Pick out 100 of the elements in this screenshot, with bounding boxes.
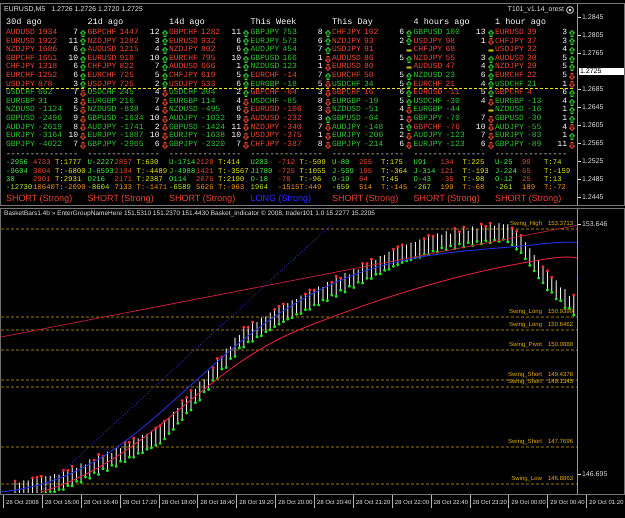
pair-value: 39 — [527, 29, 538, 38]
column-header: 21d ago — [88, 17, 124, 28]
count-text: 6 — [561, 89, 567, 98]
pair-name: AUDJPY — [169, 114, 199, 124]
pair-name: CHFJPY — [6, 63, 36, 72]
pair-name: AUDJPY — [6, 124, 36, 132]
pair-value: -4022 — [38, 140, 64, 150]
count-text: 7 — [235, 140, 241, 150]
pair-value: -11 — [446, 89, 461, 98]
column-header: This Day — [332, 17, 374, 28]
pair-name: AUDUSD — [250, 114, 280, 124]
count-text: 6 — [235, 80, 241, 89]
pair-value: -106 — [282, 106, 303, 114]
count-text: 6 — [480, 72, 486, 80]
pair-value: 1318 — [38, 63, 58, 72]
pair-value: -1887 — [120, 132, 145, 140]
column-header: This Week — [250, 17, 298, 28]
pair-name: EURGBP — [88, 98, 118, 106]
count-text: 4 — [235, 98, 241, 106]
count-text: 6 — [235, 46, 241, 54]
dash-rule: --------------- — [495, 151, 568, 160]
count-text: 5 — [561, 72, 567, 80]
pair-value: -200 — [364, 132, 384, 140]
count-text: 1 — [561, 114, 567, 124]
count-text: 3 — [72, 80, 78, 89]
pair-value: 1252 — [38, 72, 58, 80]
pair-value: -1124 — [38, 106, 64, 114]
pair-value: 1686 — [38, 46, 58, 54]
pair-name: EURGBP — [6, 98, 36, 106]
pair-name: USDCHF — [250, 98, 280, 106]
pair-name: EURUSD — [6, 38, 36, 46]
pair-name: AUDJPY — [495, 124, 525, 132]
pair-name: USDJPY — [414, 38, 444, 46]
pair-name: NZDUSD — [169, 106, 199, 114]
count-text: 7 — [316, 124, 322, 132]
count-text: 9 — [72, 114, 78, 124]
pair-name: GBPJPY — [88, 140, 118, 150]
pair-value: 918 — [120, 54, 135, 63]
pair-value: 91 — [364, 46, 375, 54]
pair-name: AUDJPY — [414, 132, 444, 140]
pair-value: 30 — [527, 54, 538, 63]
pair-value: 878 — [38, 80, 54, 89]
count-text: 5 — [398, 54, 404, 64]
count-text: 1 — [316, 63, 322, 72]
pair-value: -495 — [201, 106, 222, 114]
pair-name: GBPUSD — [250, 54, 280, 63]
pair-name: AUDJPY — [332, 124, 362, 132]
count-text: 11 — [556, 140, 567, 150]
column-header: 1 hour ago — [495, 17, 548, 28]
pair-name: GBPUSD — [414, 29, 444, 38]
pair-value: -70 — [446, 114, 461, 124]
pair-value: 93 — [364, 38, 375, 46]
pair-name: CHFJPY — [88, 63, 118, 72]
count-text: 2 — [235, 89, 241, 98]
pair-value: 47 — [446, 63, 456, 72]
pair-name: GBPJPY — [169, 140, 199, 150]
pair-value: 1215 — [120, 46, 140, 54]
pair-name: EURCHF — [88, 72, 118, 80]
count-text: 7 — [480, 114, 486, 124]
pair-name: EURCHF — [6, 72, 36, 80]
pair-value: -64 — [282, 89, 298, 98]
pair-name: EURUSD — [250, 106, 280, 114]
count-text: 1 — [398, 124, 404, 132]
pair-value: -375 — [282, 132, 303, 140]
count-text: 5 — [561, 54, 567, 63]
count-text: 7 — [72, 140, 78, 150]
count-text: 5 — [480, 89, 486, 98]
pair-value: -85 — [282, 98, 297, 106]
pair-value: 37 — [527, 38, 538, 46]
pair-name: GBPCHF — [414, 124, 444, 132]
pair-value: 1282 — [120, 38, 140, 46]
pair-name: GBPJPY — [495, 140, 525, 150]
pair-name: NZDUSD — [495, 106, 525, 114]
signal-text: SHORT (Strong) — [414, 193, 480, 204]
count-text: 7 — [154, 63, 160, 72]
pair-value: 216 — [120, 98, 134, 106]
pair-value: 573 — [282, 38, 298, 46]
count-text: 5 — [398, 72, 404, 80]
pair-name: CHFJPY — [332, 29, 362, 38]
pair-value: 1922 — [38, 38, 58, 46]
pair-value: 22 — [527, 72, 538, 80]
pair-name: GBPCHF — [88, 29, 118, 38]
pair-name: EURGBP — [332, 98, 362, 106]
column-header: 30d ago — [6, 17, 43, 28]
pair-value: -232 — [282, 114, 303, 124]
pair-value: 86 — [364, 54, 375, 63]
pair-value: 533 — [201, 80, 216, 89]
count-text: 7 — [480, 132, 486, 140]
count-text: 5 — [235, 72, 241, 80]
pair-name: EURJPY — [332, 132, 362, 140]
count-text: 6 — [398, 29, 404, 38]
count-text: 4 — [154, 89, 160, 98]
circle-icon — [566, 6, 574, 14]
count-text: 2 — [154, 124, 160, 132]
pair-value: 21 — [446, 80, 456, 89]
pair-name: USDCHF — [88, 89, 118, 98]
pair-value: 204 — [201, 89, 216, 98]
pair-value: 166 — [282, 54, 298, 63]
pair-value: 34 — [364, 80, 375, 89]
pair-name: USDJPY — [332, 46, 362, 54]
